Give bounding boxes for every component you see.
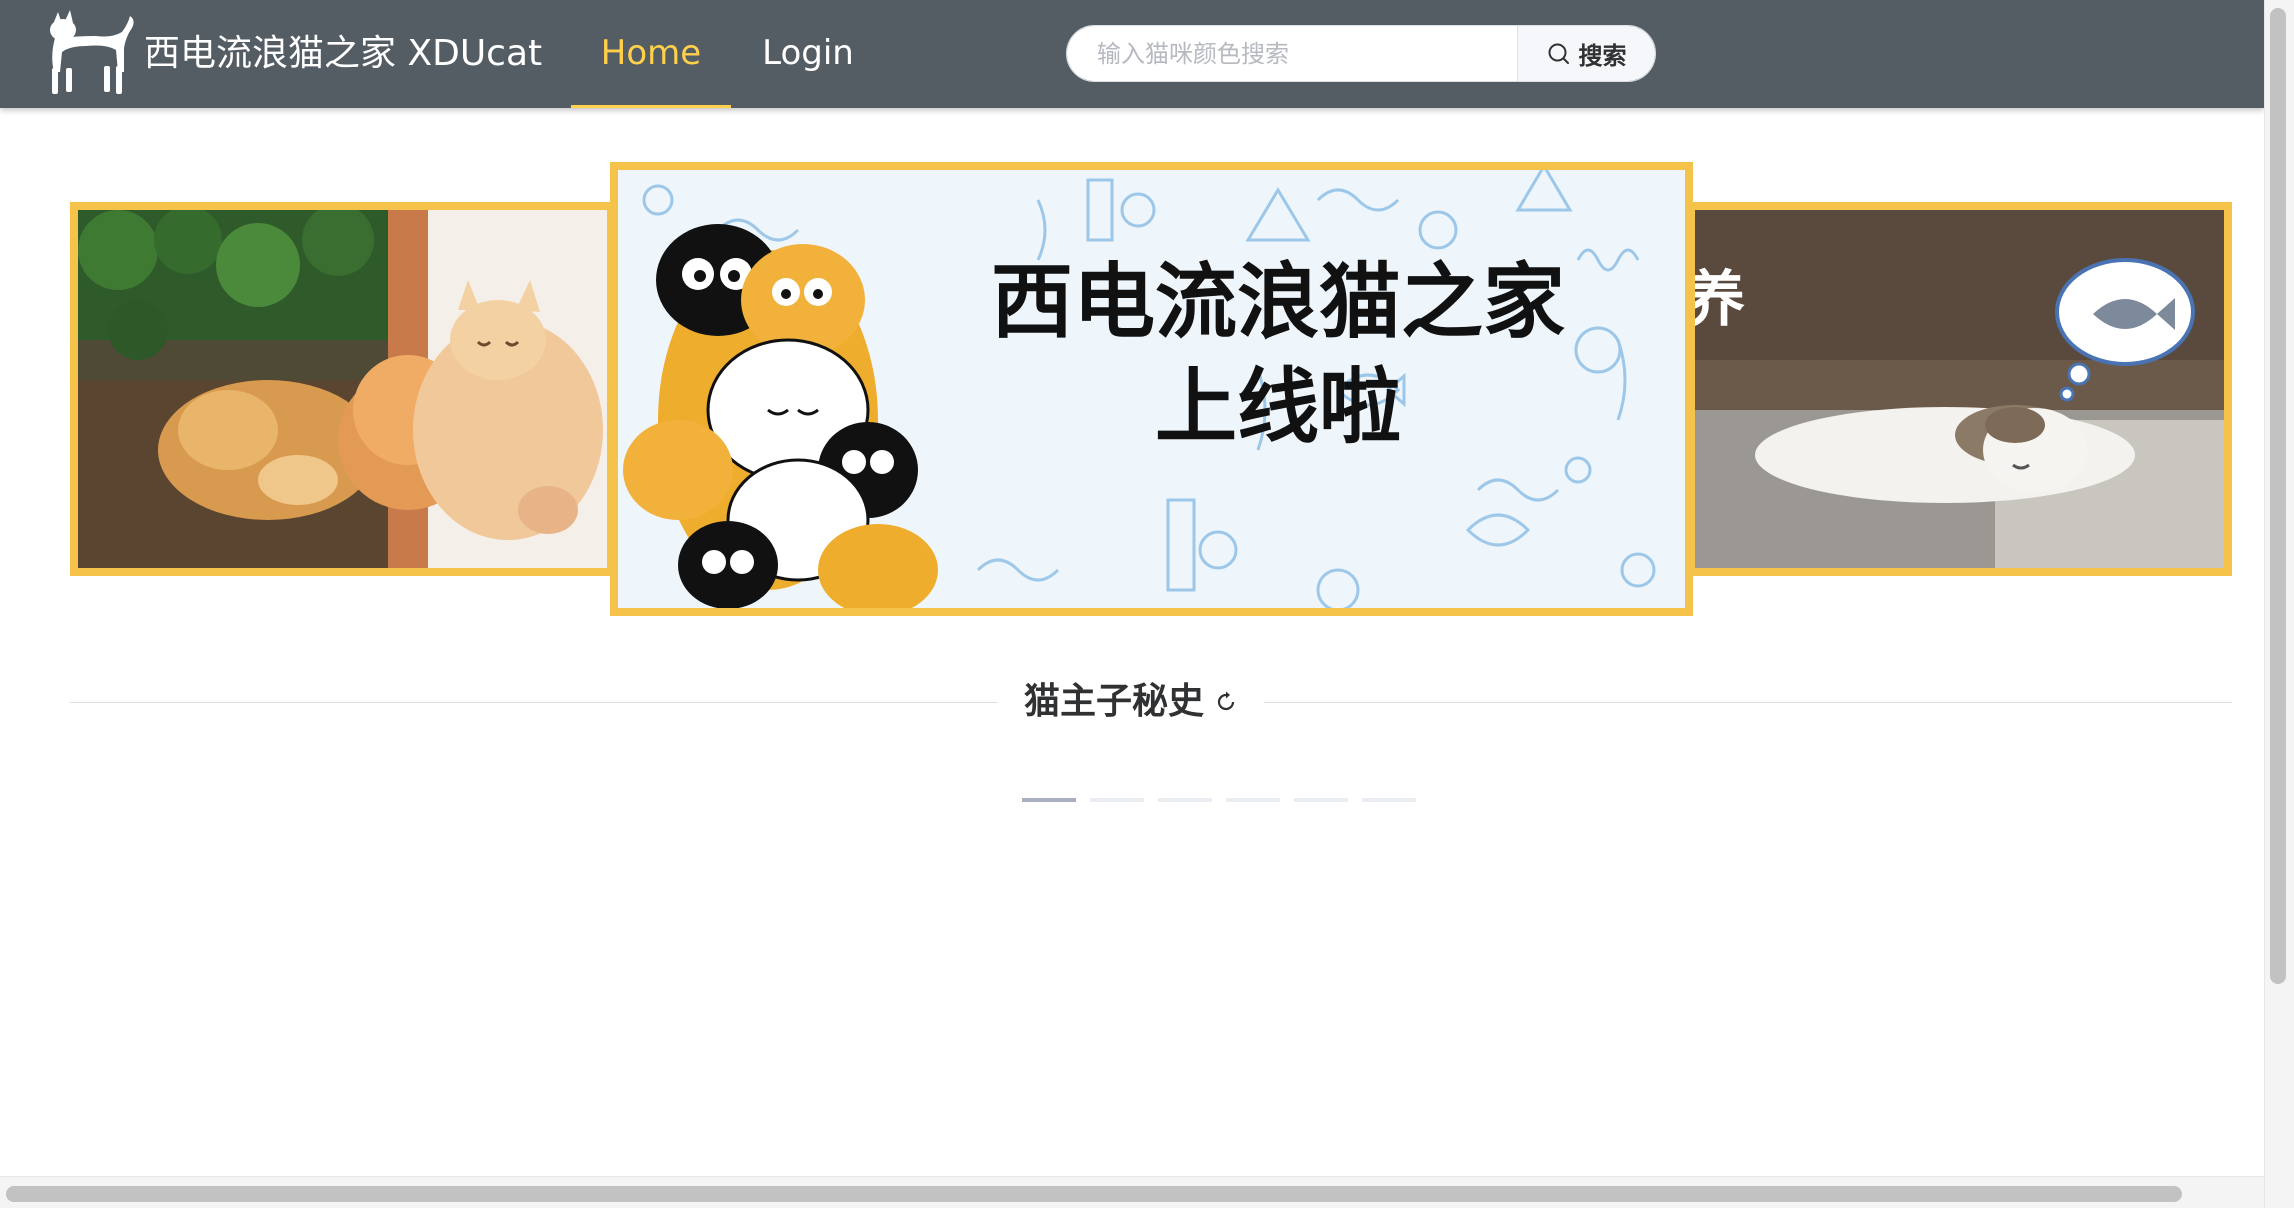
carousel-indicator[interactable]	[1090, 798, 1144, 802]
search-button[interactable]: 搜索	[1517, 26, 1655, 81]
launch-banner-image: 西电流浪猫之家 上线啦	[618, 170, 1685, 608]
section-title: 猫主子秘史	[998, 676, 1265, 728]
carousel-slide-left[interactable]	[70, 202, 615, 576]
carousel-slide-right[interactable]: 养	[1687, 202, 2232, 576]
carousel-indicators	[1022, 798, 1416, 802]
refresh-icon[interactable]	[1214, 690, 1238, 714]
search-button-label: 搜索	[1578, 42, 1627, 70]
carousel-indicator[interactable]	[1226, 798, 1280, 802]
sleeping-cats-image	[78, 210, 607, 568]
site-title[interactable]: 西电流浪猫之家 XDUcat	[144, 28, 542, 80]
banner-headline-line2: 上线啦	[1155, 359, 1401, 455]
section-title-text: 猫主子秘史	[1024, 681, 1205, 722]
lying-cat-image: 养	[1695, 210, 2224, 568]
top-navbar: 西电流浪猫之家 XDUcat Home Login 搜索	[0, 0, 2264, 108]
right-banner-text: 养	[1695, 265, 1745, 335]
horizontal-scrollbar-thumb[interactable]	[6, 1186, 2182, 1202]
carousel-indicator[interactable]	[1158, 798, 1212, 802]
vertical-scrollbar-thumb[interactable]	[2270, 8, 2286, 984]
cat-logo-icon[interactable]	[40, 6, 138, 98]
search-input[interactable]	[1067, 26, 1517, 81]
nav-home-tab[interactable]: Home	[571, 0, 731, 108]
banner-headline-line1: 西电流浪猫之家	[991, 254, 1565, 350]
search-box: 搜索	[1066, 25, 1656, 82]
carousel-slide-center[interactable]: 西电流浪猫之家 上线啦	[610, 162, 1693, 616]
banner-carousel: 养	[70, 160, 2232, 802]
carousel-indicator[interactable]	[1362, 798, 1416, 802]
carousel-indicator[interactable]	[1022, 798, 1076, 802]
nav-login-tab[interactable]: Login	[742, 0, 874, 108]
search-icon	[1548, 43, 1569, 64]
carousel-indicator[interactable]	[1294, 798, 1348, 802]
